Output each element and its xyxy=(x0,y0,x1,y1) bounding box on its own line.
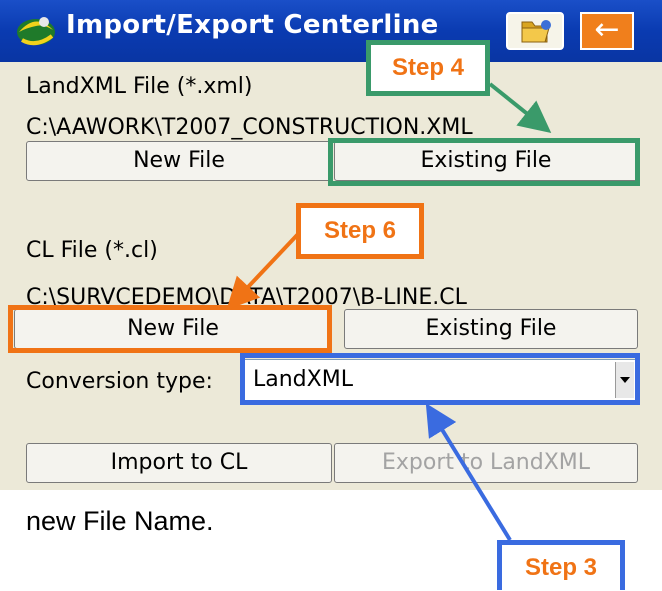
step6-callout: Step 6 xyxy=(296,203,424,259)
step6-arrow xyxy=(226,230,302,310)
step3-callout: Step 3 xyxy=(497,540,625,590)
step3-arrow xyxy=(425,403,512,542)
step4-arrow xyxy=(488,82,552,133)
callout-arrows xyxy=(226,82,552,542)
step4-callout: Step 4 xyxy=(366,40,490,96)
